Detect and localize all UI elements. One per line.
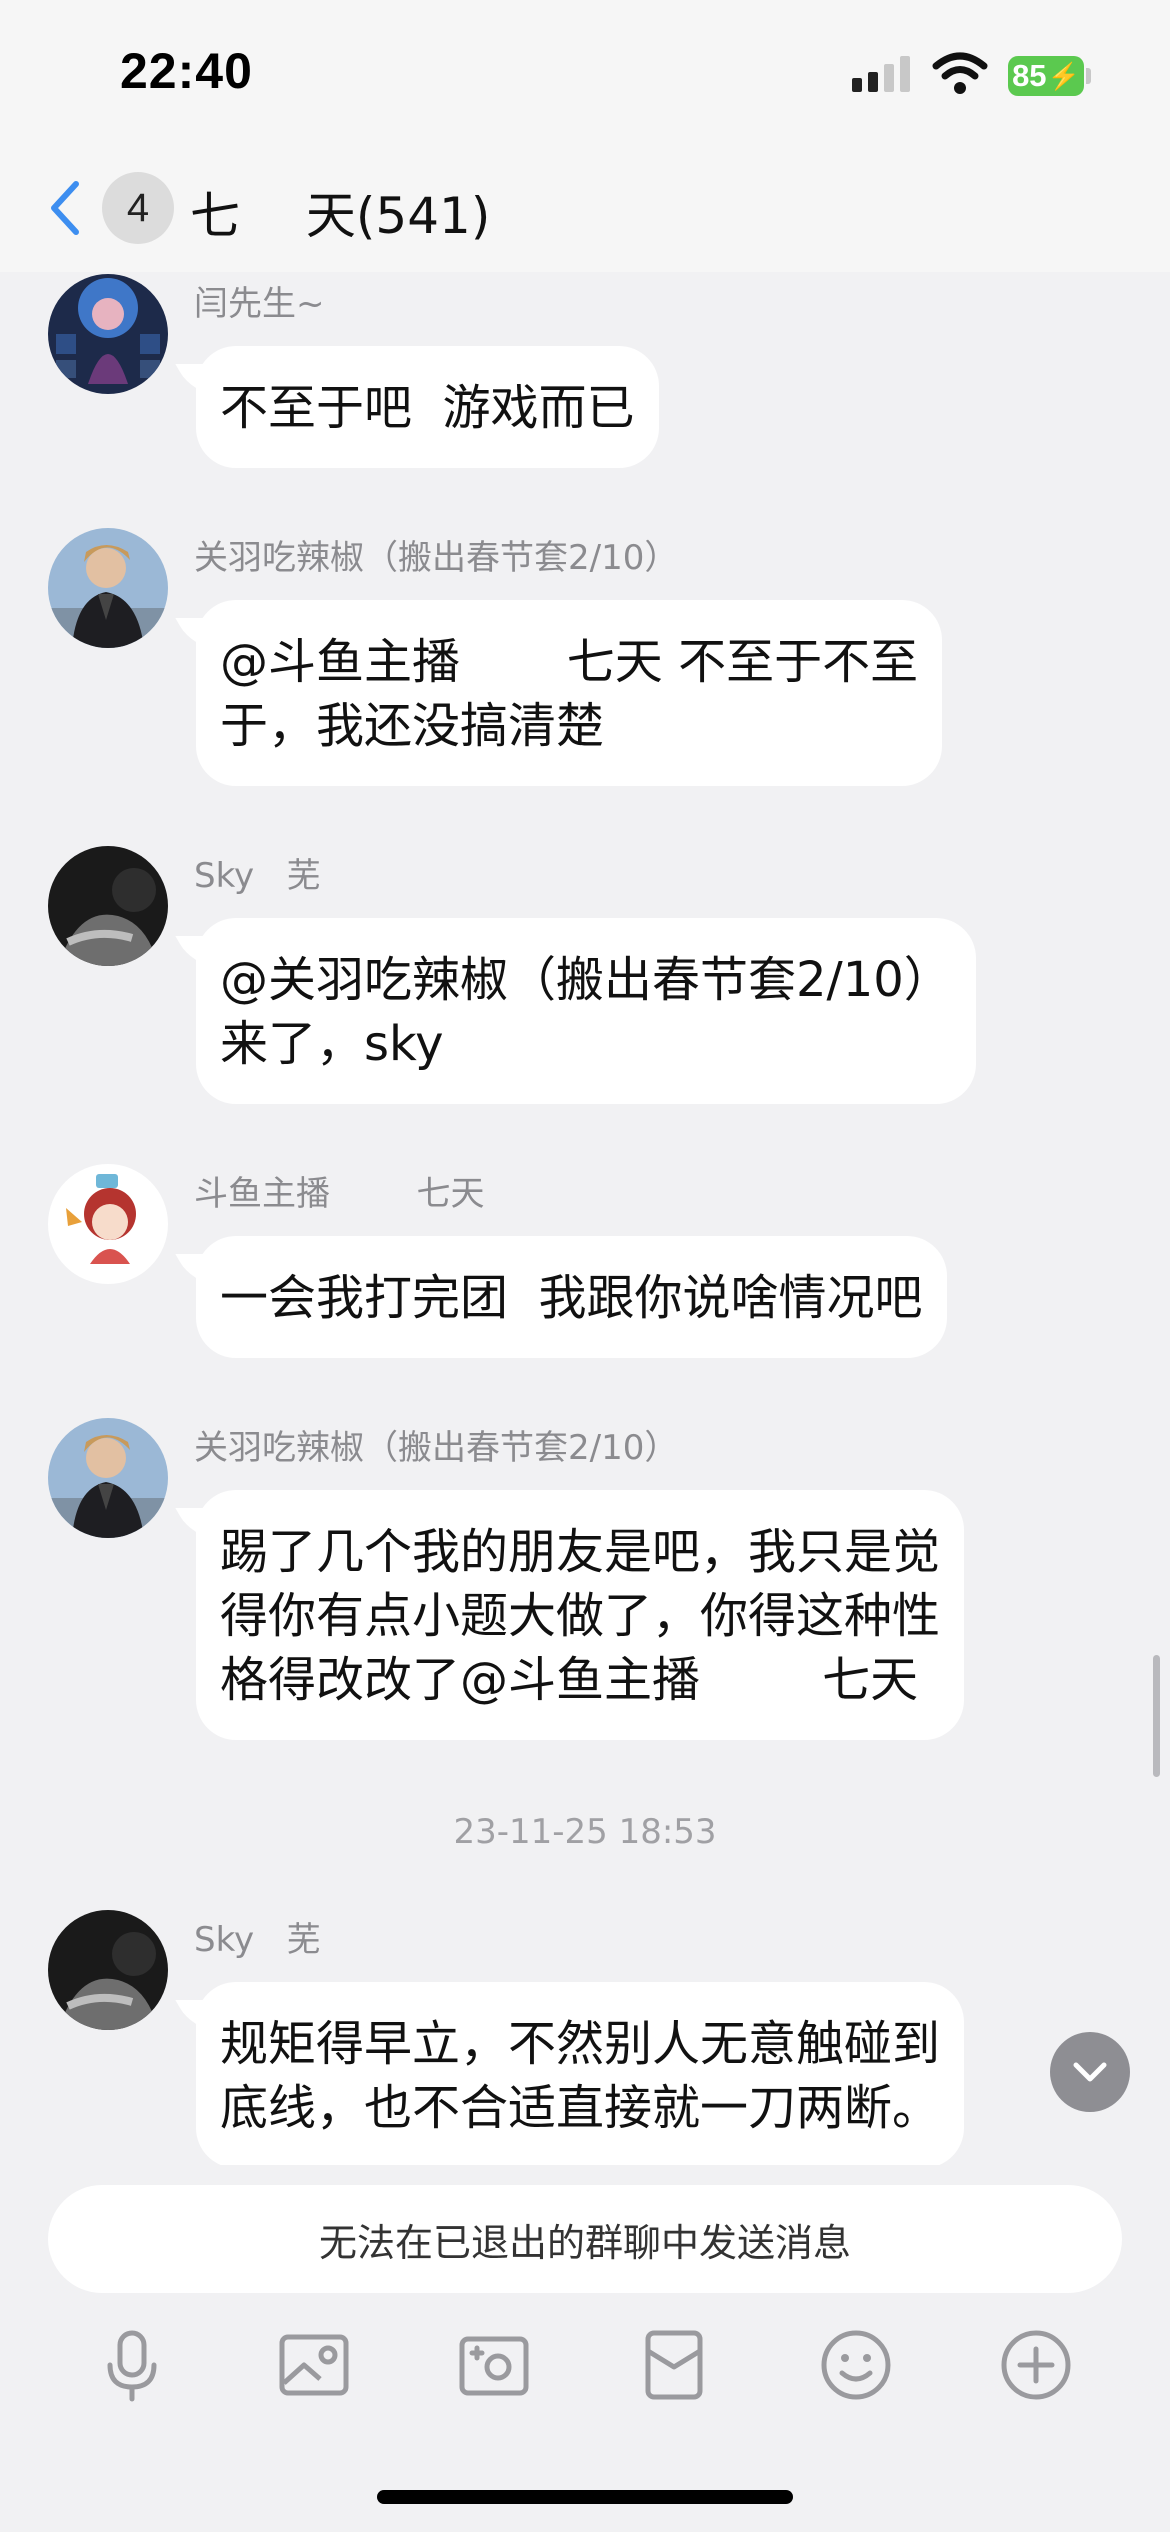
sender-name: 关羽吃辣椒（搬出春节套2/10） — [194, 1428, 679, 1468]
message-text: 规矩得早立，不然别人无意触碰到 — [220, 2016, 941, 2072]
camera-icon[interactable] — [454, 2325, 534, 2405]
man-leather-jacket-avatar[interactable] — [48, 528, 168, 648]
message-text: 来了，sky — [220, 1016, 444, 1072]
anime-girl-avatar[interactable] — [48, 1164, 168, 1284]
message-text: 一会我打完团 我跟你说啥情况吧 — [220, 1270, 923, 1326]
chat-header: 4 七 天(541) — [0, 150, 1170, 272]
microphone-icon[interactable] — [92, 2325, 172, 2405]
red-packet-icon[interactable] — [634, 2325, 714, 2405]
battery-cap — [1086, 68, 1091, 84]
message-text: 底线，也不合适直接就一刀两断。 — [220, 2080, 941, 2136]
message-timestamp: 23-11-25 18:53 — [453, 1812, 717, 1852]
sender-name: Sky 芜 — [194, 856, 321, 896]
message-text: 得你有点小题大做了，你得这种性 — [220, 1588, 941, 1644]
chevron-down-icon — [1073, 2062, 1107, 2082]
message-list[interactable]: 闫先生~ 不至于吧 游戏而已 关羽吃辣椒（搬出春节套2/10） @斗鱼主播 七天… — [0, 272, 1170, 2172]
message-text: 格得改改了@斗鱼主播 七天 — [220, 1652, 919, 1708]
message-text: 踢了几个我的朋友是吧，我只是觉 — [220, 1524, 941, 1580]
unread-count-badge[interactable]: 4 — [102, 172, 174, 244]
wifi-icon — [932, 52, 988, 94]
message-bubble[interactable]: @斗鱼主播 七天 不至于不至 于，我还没搞清楚 — [196, 600, 943, 786]
sender-name: 闫先生~ — [194, 284, 325, 324]
charging-bolt-icon: ⚡ — [1047, 60, 1080, 91]
message-text: 于，我还没搞清楚 — [220, 698, 605, 754]
message-bubble[interactable]: 一会我打完团 我跟你说啥情况吧 — [196, 1236, 947, 1358]
scrollbar[interactable] — [1153, 1655, 1160, 1777]
disabled-input-notice: 无法在已退出的群聊中发送消息 — [48, 2185, 1122, 2293]
status-time: 22:40 — [120, 43, 253, 99]
dark-portrait-avatar[interactable] — [48, 1910, 168, 2030]
game-character-avatar[interactable] — [48, 274, 168, 394]
dark-portrait-avatar[interactable] — [48, 846, 168, 966]
photo-icon[interactable] — [274, 2325, 354, 2405]
sender-name: 关羽吃辣椒（搬出春节套2/10） — [194, 538, 679, 578]
sender-name: 斗鱼主播 七天 — [194, 1174, 485, 1214]
home-indicator[interactable] — [377, 2490, 793, 2504]
message-bubble[interactable]: 规矩得早立，不然别人无意触碰到 底线，也不合适直接就一刀两断。 — [196, 1982, 965, 2168]
cellular-signal-icon — [852, 56, 910, 92]
message-bubble[interactable]: 不至于吧 游戏而已 — [196, 346, 659, 468]
sender-name: Sky 芜 — [194, 1920, 321, 1960]
message-text: 不至于吧 游戏而已 — [220, 380, 635, 436]
scroll-to-bottom-button[interactable] — [1050, 2032, 1130, 2112]
emoji-icon[interactable] — [816, 2325, 896, 2405]
status-bar: 22:40 85 ⚡ — [0, 0, 1170, 150]
input-panel: 无法在已退出的群聊中发送消息 — [0, 2165, 1170, 2532]
battery-level: 85 — [1012, 58, 1047, 93]
man-leather-jacket-avatar[interactable] — [48, 1418, 168, 1538]
plus-icon[interactable] — [996, 2325, 1076, 2405]
battery-indicator: 85 ⚡ — [1008, 56, 1084, 96]
message-bubble[interactable]: 踢了几个我的朋友是吧，我只是觉 得你有点小题大做了，你得这种性 格得改改了@斗鱼… — [196, 1490, 965, 1740]
back-chevron-icon[interactable] — [46, 178, 86, 238]
message-text: @斗鱼主播 七天 不至于不至 — [220, 634, 919, 690]
message-bubble[interactable]: @关羽吃辣椒（搬出春节套2/10） 来了，sky — [196, 918, 976, 1104]
group-title[interactable]: 七 天(541) — [190, 176, 490, 248]
message-text: @关羽吃辣椒（搬出春节套2/10） — [220, 952, 952, 1008]
